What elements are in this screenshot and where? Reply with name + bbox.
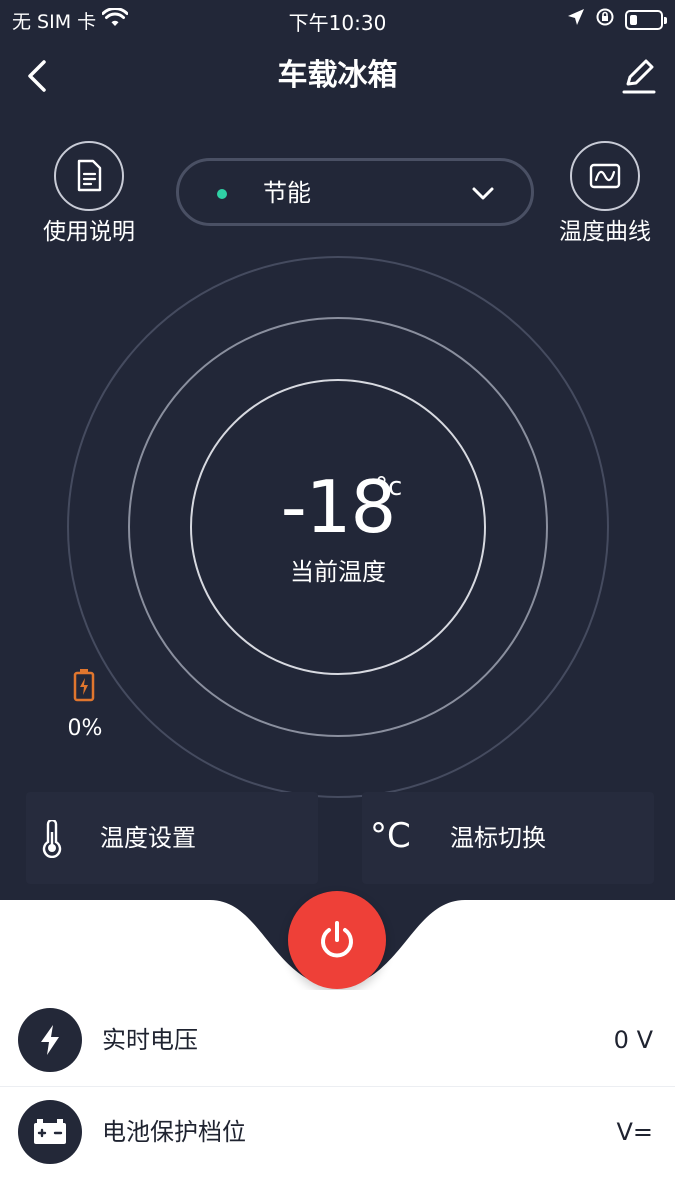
- thermometer-icon: [40, 818, 64, 862]
- battery-percent: 0%: [67, 716, 103, 741]
- power-button[interactable]: [288, 891, 386, 989]
- manual-button[interactable]: [54, 141, 124, 211]
- edit-button[interactable]: [618, 56, 660, 96]
- status-right: [567, 7, 667, 32]
- current-temperature-label: 当前温度: [290, 558, 386, 586]
- temperature-unit: °c: [375, 472, 403, 502]
- battery-charging-icon: [73, 668, 95, 706]
- battery-status-icon: [625, 9, 667, 30]
- unit-switch-card[interactable]: °C 温标切换: [362, 792, 654, 884]
- power-icon: [321, 921, 353, 958]
- location-icon: [567, 8, 585, 31]
- mode-selector[interactable]: 节能: [176, 158, 534, 226]
- temp-curve-button[interactable]: [570, 141, 640, 211]
- car-battery-icon: [18, 1100, 82, 1164]
- chevron-down-icon: [471, 181, 495, 209]
- battery-protection-value: V=: [616, 1118, 653, 1146]
- document-icon: [77, 159, 102, 192]
- temp-setting-label: 温度设置: [100, 824, 196, 852]
- temp-setting-card[interactable]: 温度设置: [26, 792, 318, 884]
- info-list: 实时电压 0 V 电池保护档位 V=: [0, 990, 675, 1200]
- current-temperature-value: -18: [280, 465, 397, 549]
- status-bar: 无 SIM 卡 下午10:30: [0, 0, 675, 38]
- back-button[interactable]: [22, 56, 58, 96]
- chevron-left-icon: [28, 60, 46, 92]
- mode-status-dot: [217, 189, 227, 199]
- list-item-voltage[interactable]: 实时电压 0 V: [0, 994, 675, 1087]
- manual-label: 使用说明: [43, 219, 135, 245]
- mode-label: 节能: [263, 179, 311, 207]
- battery-protection-label: 电池保护档位: [102, 1118, 246, 1146]
- pencil-icon: [622, 59, 656, 94]
- chart-icon: [589, 163, 621, 189]
- voltage-value: 0 V: [613, 1026, 653, 1054]
- unit-switch-label: 温标切换: [450, 824, 546, 852]
- list-item-battery-protection[interactable]: 电池保护档位 V=: [0, 1086, 675, 1174]
- orientation-lock-icon: [595, 7, 615, 32]
- voltage-label: 实时电压: [102, 1026, 198, 1054]
- lightning-icon: [18, 1008, 82, 1072]
- celsius-icon: °C: [370, 816, 411, 856]
- temp-curve-label: 温度曲线: [559, 219, 651, 245]
